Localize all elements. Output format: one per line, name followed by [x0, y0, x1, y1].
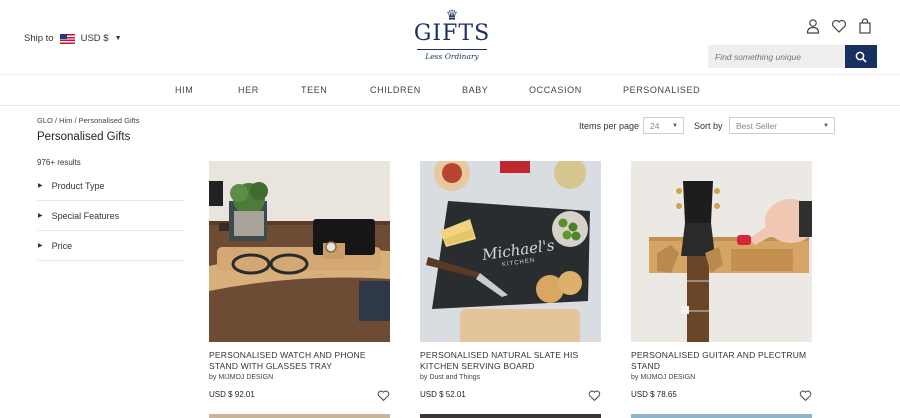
product-price: USD $ 92.01: [209, 390, 255, 399]
crown-icon: ♛: [445, 7, 459, 23]
filter-label: Price: [51, 240, 73, 251]
caret-right-icon: ▶: [38, 243, 43, 249]
nav-divider: [0, 105, 900, 106]
nav-item-teen[interactable]: TEEN: [301, 85, 327, 95]
product-name[interactable]: PERSONALISED GUITAR AND PLECTRUM STAND: [631, 350, 812, 372]
site-logo[interactable]: ♛ GIFTS Less Ordinary: [410, 8, 494, 76]
logo-tagline: Less Ordinary: [417, 49, 487, 61]
svg-text:· · · ·: · · · ·: [317, 272, 326, 277]
caret-down-icon: ▼: [114, 35, 122, 42]
product-image[interactable]: Michael's KITCHEN: [420, 161, 601, 342]
product-name[interactable]: PERSONALISED WATCH AND PHONE STAND WITH …: [209, 350, 390, 372]
nav-item-her[interactable]: HER: [238, 85, 259, 95]
results-count: 976+ results: [37, 158, 81, 167]
filter-special-features[interactable]: ▶ Special Features: [37, 201, 184, 231]
caret-right-icon: ▶: [38, 183, 43, 189]
items-per-page-select[interactable]: 24 ▼: [643, 117, 684, 134]
chevron-down-icon: ▼: [672, 122, 678, 129]
filter-price[interactable]: ▶ Price: [37, 231, 184, 261]
product-card[interactable]: PERSONALISED GUITAR AND PLECTRUM STAND b…: [631, 161, 812, 402]
next-row-image: [209, 414, 390, 418]
user-icon[interactable]: [805, 18, 821, 34]
sort-by-label: Sort by: [694, 121, 723, 131]
product-price: USD $ 78.65: [631, 390, 677, 399]
header-icons: [805, 18, 873, 34]
page-title: Personalised Gifts: [37, 131, 131, 143]
ship-to-selector[interactable]: Ship to USD $ ▼: [24, 33, 122, 44]
search-input[interactable]: [708, 45, 845, 68]
nav-item-personalised[interactable]: PERSONALISED: [623, 85, 700, 95]
ship-to-label: Ship to: [24, 33, 54, 44]
nav-item-baby[interactable]: BABY: [462, 85, 488, 95]
wishlist-heart-icon[interactable]: [588, 389, 601, 402]
product-card[interactable]: · · · · PERSONALISED WATCH AND PHONE STA…: [209, 161, 390, 402]
currency-label: USD $: [80, 33, 109, 44]
items-per-page-value: 24: [650, 120, 660, 131]
next-row-image: [420, 414, 601, 418]
header-divider: [0, 74, 900, 75]
sort-by-value: Best Seller: [736, 120, 778, 131]
filter-list: ▶ Product Type ▶ Special Features ▶ Pric…: [37, 171, 184, 261]
product-card[interactable]: Michael's KITCHEN PERSONALISED NATURAL S…: [420, 161, 601, 402]
product-vendor[interactable]: by Dust and Things: [420, 374, 601, 381]
nav-item-occasion[interactable]: OCCASION: [529, 85, 582, 95]
main-nav: HIM HER TEEN CHILDREN BABY OCCASION PERS…: [0, 85, 900, 97]
filter-label: Product Type: [51, 180, 105, 191]
sort-by-select[interactable]: Best Seller ▼: [729, 117, 835, 134]
us-flag-icon: [59, 33, 75, 44]
caret-right-icon: ▶: [38, 213, 43, 219]
nav-item-him[interactable]: HIM: [175, 85, 193, 95]
next-row-image: [631, 414, 812, 418]
logo-brand: GIFTS: [413, 21, 491, 46]
breadcrumb[interactable]: GLO / Him / Personalised Gifts: [37, 116, 140, 125]
wishlist-heart-icon[interactable]: [377, 389, 390, 402]
search-bar: [708, 45, 877, 68]
product-image[interactable]: · · · ·: [209, 161, 390, 342]
nav-item-children[interactable]: CHILDREN: [370, 85, 421, 95]
filter-label: Special Features: [51, 210, 120, 221]
filter-product-type[interactable]: ▶ Product Type: [37, 171, 184, 201]
items-per-page-label: Items per page: [579, 121, 640, 131]
chevron-down-icon: ▼: [823, 122, 829, 129]
product-vendor[interactable]: by MIJMOJ DESIGN: [631, 374, 812, 381]
heart-icon[interactable]: [831, 18, 847, 34]
product-price: USD $ 52.01: [420, 390, 466, 399]
product-name[interactable]: PERSONALISED NATURAL SLATE HIS KITCHEN S…: [420, 350, 601, 372]
search-icon: [855, 51, 867, 63]
bag-icon[interactable]: [857, 18, 873, 34]
product-vendor[interactable]: by MIJMOJ DESIGN: [209, 374, 390, 381]
search-button[interactable]: [845, 45, 877, 68]
product-image[interactable]: [631, 161, 812, 342]
wishlist-heart-icon[interactable]: [799, 389, 812, 402]
